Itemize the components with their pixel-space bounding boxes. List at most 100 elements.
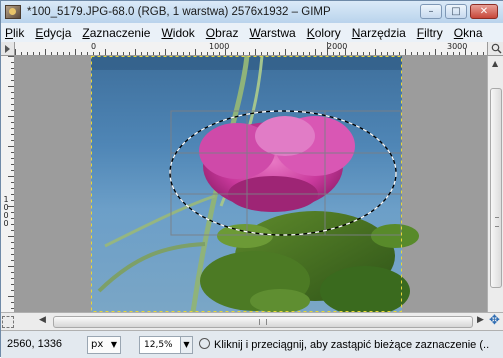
scroll-up-icon[interactable]: ▲ [492,59,498,68]
maximize-button[interactable]: □ [445,4,467,19]
ruler-tick [129,52,130,55]
vertical-scroll-thumb[interactable] [490,88,502,288]
ruler-tick [11,92,14,93]
ruler-tick [8,116,14,117]
image-canvas[interactable] [15,56,487,312]
ruler-tick [81,52,82,55]
ruler-tick [369,52,370,55]
minimize-button[interactable]: – [420,4,442,19]
ruler-tick [357,52,358,55]
menu-warstwa[interactable]: Warstwa [249,26,295,40]
ruler-tick [27,52,28,55]
ruler-tick [11,308,14,309]
ruler-tick [15,49,16,55]
window-title: *100_5179.JPG-68.0 (RGB, 1 warstwa) 2576… [27,6,331,18]
ruler-tick [393,52,394,55]
menu-narzedzia[interactable]: Narzędzia [352,26,406,40]
ruler-tick [273,52,274,55]
ruler-tick [453,52,454,55]
ruler-tick [8,266,14,267]
ruler-tick [11,188,14,189]
ruler-tick [11,254,14,255]
title-bar: *100_5179.JPG-68.0 (RGB, 1 warstwa) 2576… [1,1,503,23]
ruler-menu-button[interactable] [1,42,15,56]
unit-select[interactable]: px ▼ [87,336,121,354]
ruler-tick [11,128,14,129]
ruler-tick [381,52,382,55]
ruler-tick [11,212,14,213]
ruler-tick [411,52,412,55]
scroll-left-icon[interactable]: ◀ [39,315,46,325]
ruler-tick [117,52,118,55]
ruler-tick [11,200,14,201]
horizontal-ruler[interactable]: 0 1000 2000 3000 [15,42,487,56]
chevron-down-icon: ▼ [110,340,117,349]
ruler-left-label-1000: 1000 [3,195,9,228]
menu-edycja[interactable]: Edycja [35,26,71,40]
ruler-tick [8,56,14,57]
menu-kolory[interactable]: Kolory [307,26,341,40]
ruler-tick [11,272,14,273]
ruler-tick [11,248,14,249]
ruler-tick [375,49,376,55]
ruler-tick [87,52,88,55]
ruler-tick [11,278,14,279]
ruler-tick [435,49,436,55]
zoom-image-button[interactable] [487,42,503,56]
ruler-tick [11,122,14,123]
ruler-tick [11,134,14,135]
ruler-tick [231,52,232,55]
horizontal-scroll-row: ◀ ▶ ✥ [1,312,503,330]
vertical-ruler[interactable]: 1000 [1,56,15,312]
chevron-down-icon[interactable]: ▼ [180,337,192,353]
ruler-tick [153,52,154,55]
ruler-tick [207,52,208,55]
menu-obraz[interactable]: Obraz [206,26,239,40]
ruler-tick [429,52,430,55]
ruler-tick [11,158,14,159]
ruler-tick [195,49,196,55]
ruler-tick [8,236,14,237]
ruler-tick [135,49,136,55]
ruler-tick [57,52,58,55]
ruler-tick [183,52,184,55]
menu-zaznaczenie[interactable]: Zaznaczenie [82,26,150,40]
menu-filtry[interactable]: Filtry [417,26,443,40]
ruler-tick [11,284,14,285]
photo-content [91,56,419,312]
ruler-tick [11,110,14,111]
close-button[interactable]: ✕ [470,4,498,19]
ruler-tick [291,52,292,55]
horizontal-scroll-thumb[interactable] [53,316,473,328]
scroll-right-icon[interactable]: ▶ [477,315,484,325]
ruler-tick [11,224,14,225]
ruler-tick [111,52,112,55]
ruler-tick [11,302,14,303]
ruler-tick [321,52,322,55]
ruler-label-0: 0 [91,42,97,51]
ruler-tick [447,52,448,55]
ruler-tick [11,98,14,99]
ruler-tick [399,52,400,55]
ruler-tick [11,260,14,261]
zoom-value: 12,5% [144,340,173,350]
ruler-tick [99,52,100,55]
ruler-tick [249,52,250,55]
ruler-tick [11,218,14,219]
vertical-scrollbar[interactable]: ▲ [487,56,503,312]
ruler-tick [363,52,364,55]
ruler-tick [8,206,14,207]
ruler-tick [345,49,346,55]
photo-rose-image [91,56,419,312]
quick-mask-toggle[interactable] [2,316,14,328]
zoom-select[interactable]: 12,5% ▼ [139,336,193,354]
menu-okna[interactable]: Okna [454,26,483,40]
ruler-tick [51,52,52,55]
navigate-icon[interactable]: ✥ [489,314,500,328]
ruler-tick [45,49,46,55]
ruler-tick [405,49,406,55]
ruler-tick [11,182,14,183]
menu-plik[interactable]: Plik [5,26,24,40]
menu-widok[interactable]: Widok [161,26,194,40]
ruler-tick [189,52,190,55]
